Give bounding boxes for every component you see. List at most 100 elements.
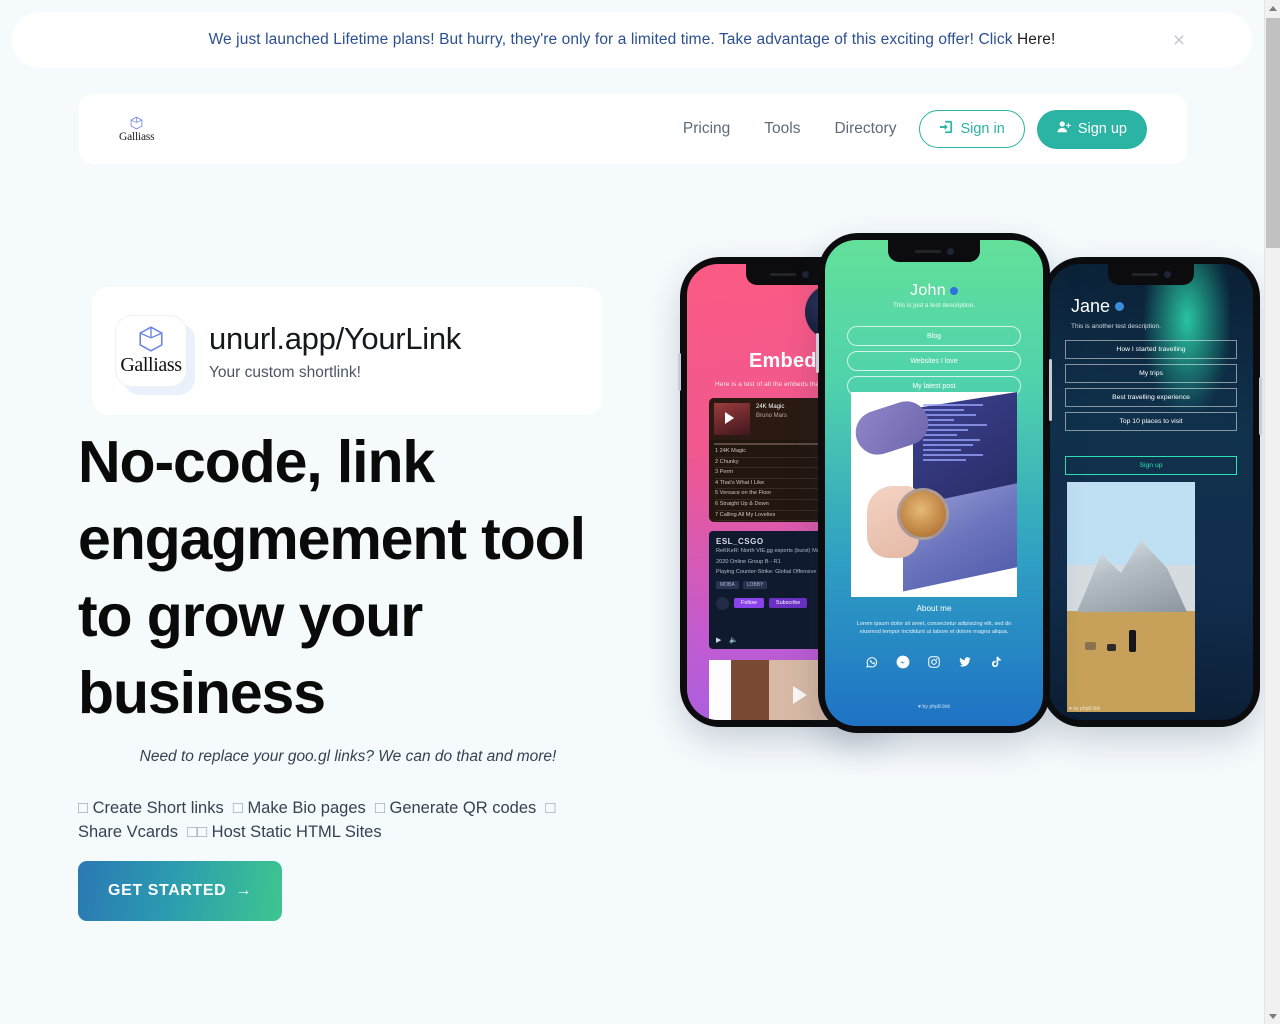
about-text: Lorem ipsum dolor sit amet, consectetur … [856,621,1012,636]
profile-link-button[interactable]: How I started travelling [1065,340,1237,359]
phone-notch [1108,264,1194,285]
profile-link-button[interactable]: Best travelling experience [1065,388,1237,407]
profile-link-button[interactable]: My trips [1065,364,1237,383]
cube-icon [130,116,143,130]
messenger-icon[interactable] [896,655,910,669]
profile-link-button[interactable]: Websites I love [847,351,1021,371]
feature-item-1: Make Bio pages [247,799,366,817]
feature-icon-placeholder: □ [232,799,243,817]
subscribe-button[interactable]: Subscribe [768,598,808,609]
feature-list: □ Create Short links □ Make Bio pages □ … [78,796,603,844]
animal-shape [1085,642,1096,650]
profile-description-center: This is just a test description. [892,302,976,309]
feature-icon-placeholder: □ [545,799,556,817]
page-root: We just launched Lifetime plans! But hur… [0,0,1264,1024]
music-track-artist: Bruno Mars [756,413,788,419]
arrow-right-icon: → [235,882,252,899]
feature-item-0: Create Short links [92,799,224,817]
profile-description-right: This is another test description. [1071,323,1161,330]
sign-up-label: Sign up [1077,121,1127,137]
stream-tag: MOBA [716,580,739,589]
page-title: No-code, link engagmement tool to grow y… [78,429,586,726]
social-links [825,655,1043,669]
announcement-text: We just launched Lifetime plans! But hur… [209,31,1056,49]
nav-links: Pricing Tools Directory [683,120,897,138]
cube-icon [138,325,164,353]
stream-avatar [716,596,729,610]
get-started-button[interactable]: GET STARTED → [78,861,282,921]
stream-tag: LOBBY [742,580,768,589]
phone-credit-center: ♥ by php8.link [917,704,951,710]
phone-side-rail [816,333,819,373]
verified-badge-icon [949,286,958,295]
scrollbar-thumb[interactable] [1266,18,1280,248]
follow-button[interactable]: Follow [734,598,764,609]
phone-notch [888,240,980,262]
profile-link-button[interactable]: Blog [847,326,1021,346]
get-started-label: GET STARTED [108,882,227,899]
phone-side-rail [678,353,681,391]
play-icon[interactable]: ▶ 🔈 [716,636,741,644]
profile-signup-button[interactable]: Sign up [1065,456,1237,475]
tiktok-icon[interactable] [989,655,1003,669]
person-shape [1129,630,1136,652]
shortlink-text: unurl.app/YourLink Your custom shortlink… [209,321,461,382]
about-title: About me [916,604,952,613]
profile-link-button[interactable]: Top 10 places to visit [1065,412,1237,431]
galliass-logo-tile: Galliass [115,315,187,387]
vertical-scrollbar[interactable] [1264,0,1280,1024]
nav-item-tools[interactable]: Tools [764,120,800,138]
phone-screen-center: John This is just a test description. Bl… [825,240,1043,726]
user-plus-icon [1057,120,1071,138]
music-track-title: 24K Magic [756,404,785,410]
sign-up-button[interactable]: Sign up [1036,109,1147,149]
phone-mockup-right: Jane This is another test description. H… [1040,257,1262,727]
profile-name-center: John [825,282,1043,300]
feature-item-4: Host Static HTML Sites [211,823,382,841]
instagram-icon[interactable] [927,655,941,669]
verified-badge-icon [1115,302,1125,311]
sign-in-label: Sign in [960,121,1005,137]
whatsapp-icon[interactable] [865,655,879,669]
nav-item-directory[interactable]: Directory [834,120,896,138]
phone-screen-right: Jane This is another test description. H… [1049,264,1253,720]
speaker-icon [769,273,796,276]
profile-name-right: Jane [1071,296,1125,317]
camera-icon [946,247,954,255]
logo-tile-wrapper: Galliass [115,315,195,395]
phone-credit-text: by php8.link [922,704,951,710]
shortlink-url: unurl.app/YourLink [209,320,461,356]
profile-name-text: Jane [1071,296,1111,316]
sign-in-icon [939,120,953,138]
sign-in-button[interactable]: Sign in [919,110,1025,148]
announcement-message: We just launched Lifetime plans! But hur… [208,31,1017,48]
nav-item-pricing[interactable]: Pricing [683,120,730,138]
play-icon[interactable] [714,403,750,435]
shortlink-subtitle: Your custom shortlink! [209,363,361,381]
hero-tagline-text: Need to replace your goo.gl links? We ca… [139,748,557,765]
phone-mockups: Embeds Here is a test of all the embeds … [660,215,1262,745]
brand-name: Galliass [119,130,155,143]
phone-credit-right: ♥ by php8.link [1069,706,1101,712]
camera-icon [801,271,809,278]
profile-photo-right [1067,482,1195,712]
phone-credit-text: by php8.link [1073,706,1101,712]
code-lines-shape [923,404,1009,500]
feature-item-2: Generate QR codes [389,799,537,817]
camera-icon [1163,271,1171,278]
speaker-icon [914,249,941,253]
feature-icon-placeholder: □ [78,799,88,817]
brand-logo[interactable]: Galliass [119,116,155,143]
speaker-icon [1131,273,1158,276]
hero-tagline: Need to replace your goo.gl links? We ca… [78,748,618,766]
navbar: Galliass Pricing Tools Directory Sign in [79,94,1187,164]
animal-shape [1107,644,1116,651]
scroll-up-arrow-icon[interactable] [1265,0,1280,16]
feature-icon-placeholder: □ [374,799,385,817]
scroll-down-arrow-icon[interactable] [1265,1008,1280,1024]
announcement-link[interactable]: Here! [1017,31,1055,48]
phone-side-rail [1259,377,1262,435]
twitter-icon[interactable] [958,655,972,669]
close-icon[interactable]: × [1168,29,1190,51]
feature-item-3: Share Vcards [78,823,178,841]
